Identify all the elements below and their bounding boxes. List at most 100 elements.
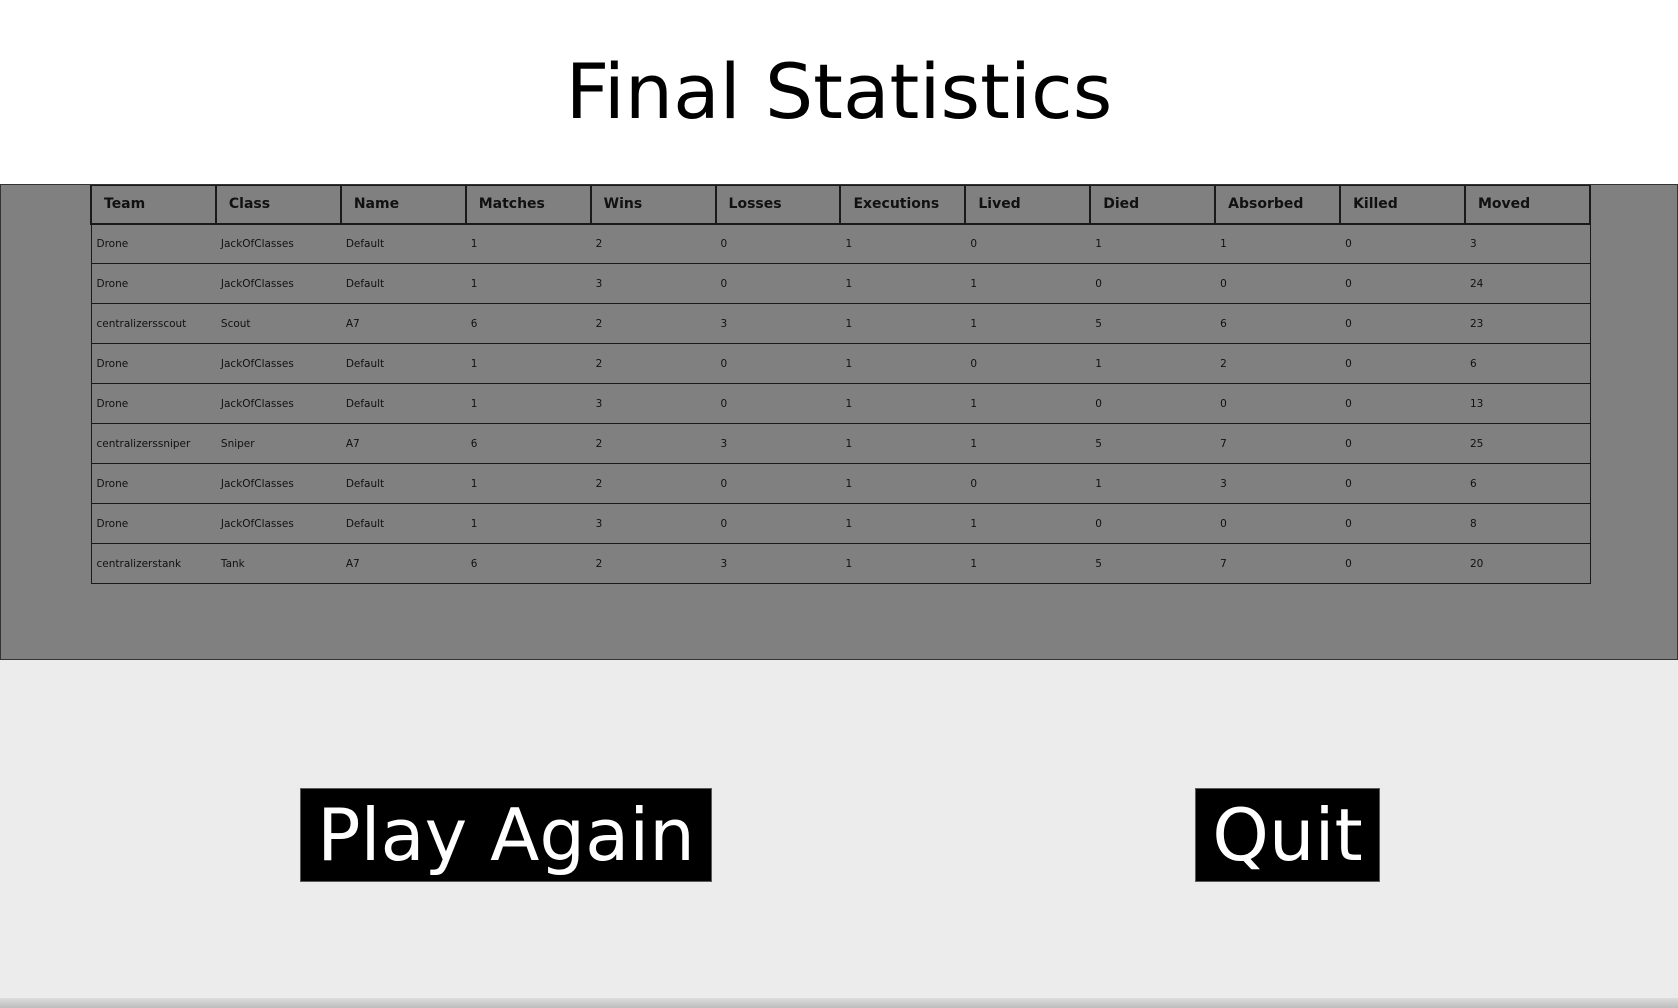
table-cell-matches: 1 [465,343,591,384]
table-cell-lived: 1 [965,543,1091,584]
table-cell-moved: 8 [1464,503,1591,544]
table-cell-moved: 6 [1464,343,1591,384]
title-area: Final Statistics [0,0,1678,184]
column-header-lived: Lived [964,185,1092,225]
table-cell-team: centralizersscout [90,303,216,344]
table-cell-executions: 1 [840,423,966,464]
table-cell-moved: 6 [1464,463,1591,504]
table-cell-name: Default [340,263,466,304]
page-title: Final Statistics [565,47,1113,136]
table-cell-absorbed: 1 [1215,223,1341,264]
table-row: Drone JackOfClasses Default 1 2 0 1 0 1 1 0 3 [90,223,1591,264]
table-cell-executions: 1 [840,303,966,344]
table-cell-matches: 1 [465,223,591,264]
table-cell-losses: 0 [715,503,841,544]
table-cell-name: Default [340,223,466,264]
column-header-absorbed: Absorbed [1214,185,1342,225]
table-cell-died: 5 [1090,543,1216,584]
table-cell-executions: 1 [840,463,966,504]
table-cell-lived: 1 [965,263,1091,304]
table-cell-matches: 6 [465,543,591,584]
table-row: centralizerstank Tank A7 6 2 3 1 1 5 7 0 20 [90,543,1591,584]
quit-button[interactable]: Quit [1195,788,1380,882]
column-header-wins: Wins [589,185,717,225]
table-cell-wins: 2 [590,303,716,344]
column-header-matches: Matches [464,185,592,225]
table-cell-lived: 1 [965,303,1091,344]
table-cell-killed: 0 [1340,503,1465,544]
table-cell-moved: 25 [1464,423,1591,464]
table-cell-killed: 0 [1340,223,1465,264]
table-cell-name: Default [340,463,466,504]
table-row: Drone JackOfClasses Default 1 2 0 1 0 1 3 0 6 [90,463,1591,504]
table-cell-died: 0 [1090,383,1216,424]
table-cell-wins: 3 [590,383,716,424]
table-cell-lived: 0 [965,343,1091,384]
table-cell-losses: 0 [715,263,841,304]
table-cell-class: Sniper [215,423,341,464]
table-cell-wins: 2 [590,543,716,584]
table-cell-died: 5 [1090,423,1216,464]
table-cell-matches: 1 [465,503,591,544]
table-cell-killed: 0 [1340,463,1465,504]
table-cell-team: Drone [90,263,216,304]
column-header-name: Name [339,185,467,225]
table-cell-killed: 0 [1340,543,1465,584]
table-cell-executions: 1 [840,223,966,264]
table-cell-matches: 1 [465,383,591,424]
table-cell-died: 1 [1090,463,1216,504]
table-cell-class: JackOfClasses [215,383,341,424]
table-cell-absorbed: 2 [1215,343,1341,384]
table-cell-wins: 2 [590,343,716,384]
table-cell-lived: 1 [965,383,1091,424]
table-cell-killed: 0 [1340,263,1465,304]
table-cell-wins: 2 [590,423,716,464]
table-cell-killed: 0 [1340,383,1465,424]
table-cell-absorbed: 0 [1215,503,1341,544]
table-row: Drone JackOfClasses Default 1 3 0 1 1 0 0 0 13 [90,383,1591,424]
table-row: centralizersscout Scout A7 6 2 3 1 1 5 6 0 23 [90,303,1591,344]
column-header-killed: Killed [1339,185,1466,225]
table-cell-losses: 0 [715,383,841,424]
column-header-moved: Moved [1463,185,1592,225]
table-cell-matches: 6 [465,303,591,344]
table-cell-team: centralizerssniper [90,423,216,464]
table-cell-wins: 3 [590,263,716,304]
table-cell-class: Tank [215,543,341,584]
table-cell-absorbed: 7 [1215,423,1341,464]
table-cell-team: Drone [90,223,216,264]
table-cell-killed: 0 [1340,423,1465,464]
table-cell-moved: 3 [1464,223,1591,264]
table-row: Drone JackOfClasses Default 1 3 0 1 1 0 0 0 8 [90,503,1591,544]
column-header-executions: Executions [839,185,967,225]
table-cell-lived: 1 [965,503,1091,544]
table-cell-absorbed: 6 [1215,303,1341,344]
table-cell-name: A7 [340,543,466,584]
column-header-class: Class [214,185,342,225]
table-cell-name: Default [340,383,466,424]
table-cell-moved: 24 [1464,263,1591,304]
table-cell-losses: 0 [715,343,841,384]
table-cell-absorbed: 0 [1215,383,1341,424]
table-row: centralizerssniper Sniper A7 6 2 3 1 1 5 7 0 25 [90,423,1591,464]
play-again-button[interactable]: Play Again [300,788,712,882]
table-cell-lived: 0 [965,223,1091,264]
table-cell-matches: 6 [465,423,591,464]
table-cell-wins: 2 [590,223,716,264]
table-cell-class: JackOfClasses [215,343,341,384]
table-cell-moved: 13 [1464,383,1591,424]
column-header-died: Died [1089,185,1217,225]
table-cell-name: Default [340,503,466,544]
table-cell-class: JackOfClasses [215,223,341,264]
table-cell-name: Default [340,343,466,384]
table-cell-died: 0 [1090,503,1216,544]
table-cell-wins: 3 [590,503,716,544]
table-cell-team: Drone [90,383,216,424]
table-cell-executions: 1 [840,263,966,304]
table-cell-executions: 1 [840,343,966,384]
table-body: Drone JackOfClasses Default 1 2 0 1 0 1 1 0 3 Drone J… [90,223,1591,584]
table-cell-team: Drone [90,503,216,544]
table-cell-class: Scout [215,303,341,344]
window-bottom-edge [0,998,1678,1008]
table-cell-team: Drone [90,463,216,504]
